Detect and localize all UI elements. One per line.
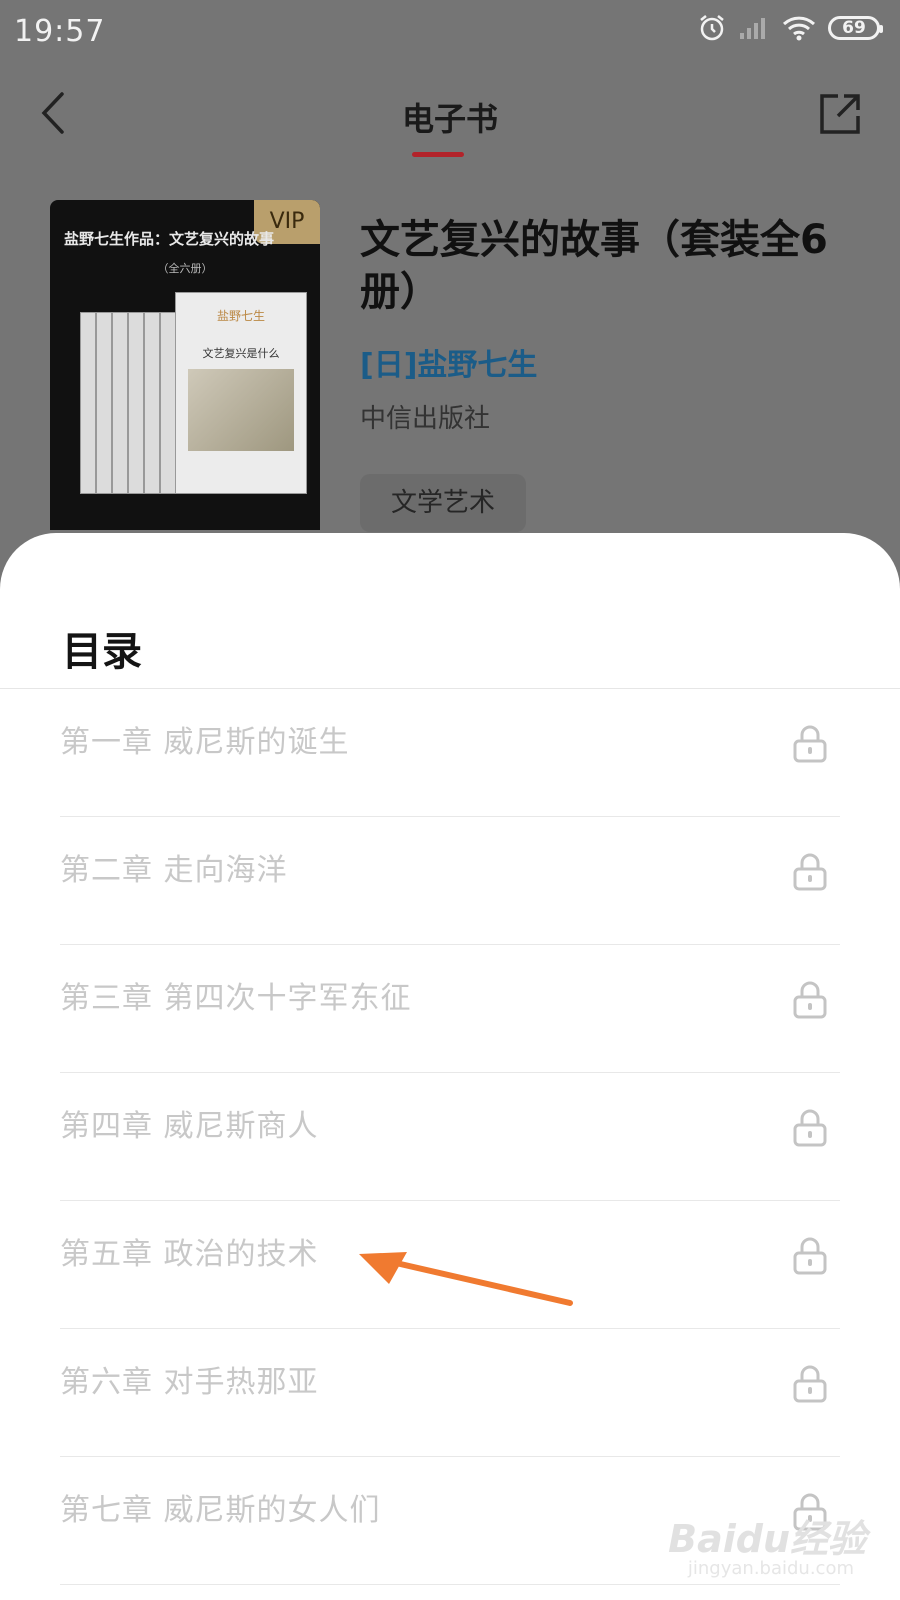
front-book-title: 文艺复兴是什么 — [202, 347, 280, 360]
chapter-title: 第二章 走向海洋 — [60, 853, 288, 888]
lock-icon — [793, 853, 827, 891]
battery-level: 69 — [842, 18, 866, 38]
box-set-image: 盐野七生 文艺复兴是什么 — [80, 292, 307, 502]
watermark-url: jingyan.baidu.com — [687, 1558, 854, 1579]
lock-icon — [793, 1365, 827, 1403]
row-divider — [60, 1584, 840, 1585]
book-author-link[interactable]: [日]盐野七生 — [360, 340, 537, 384]
chapter-item[interactable]: 第三章 第四次十字军东征 — [60, 945, 840, 1073]
book-spine — [80, 312, 96, 494]
cover-title: 盐野七生作品：文艺复兴的故事 — [64, 230, 275, 248]
book-publisher: 中信出版社 — [360, 404, 491, 434]
status-bar: 19:57 69 — [0, 0, 900, 64]
wifi-icon — [782, 16, 816, 41]
chapter-item[interactable]: 第一章 威尼斯的诞生 — [60, 689, 840, 817]
book-spine — [128, 312, 144, 494]
front-book: 盐野七生 文艺复兴是什么 — [175, 292, 307, 494]
top-nav: 电子书 — [0, 64, 900, 164]
book-title: 文艺复兴的故事（套装全6册） — [360, 217, 828, 315]
chapter-title: 第三章 第四次十字军东征 — [60, 981, 412, 1016]
chapter-title: 第七章 威尼斯的女人们 — [60, 1493, 381, 1528]
watermark-logo: Baidu经验 — [668, 1517, 866, 1561]
front-book-author: 盐野七生 — [216, 309, 265, 323]
title-underline — [412, 152, 464, 157]
book-spine — [112, 312, 128, 494]
chapter-item[interactable]: 第六章 对手热那亚 — [60, 1329, 840, 1457]
chapter-title: 第四章 威尼斯商人 — [60, 1109, 319, 1144]
chapter-title: 第五章 政治的技术 — [60, 1237, 319, 1272]
front-book-artwork — [188, 369, 294, 451]
lock-icon — [793, 1109, 827, 1147]
chapter-title: 第六章 对手热那亚 — [60, 1365, 319, 1400]
annotation-arrow-icon — [359, 1252, 573, 1306]
alarm-icon — [700, 15, 724, 41]
signal-icon — [740, 18, 765, 39]
toc-bottom-sheet: 目录 第一章 威尼斯的诞生 第二章 走向海洋 第三章 第四次十字军东征 第四章 … — [0, 533, 900, 1600]
lock-icon — [793, 725, 827, 763]
cover-subtitle: （全六册） — [157, 262, 213, 275]
book-cover[interactable]: VIP 盐野七生作品：文艺复兴的故事 （全六册） 盐野七生 文艺复兴是什么 — [50, 200, 320, 530]
page-title: 电子书 — [401, 100, 498, 138]
lock-icon — [793, 981, 827, 1019]
book-spine — [96, 312, 112, 494]
share-icon[interactable] — [816, 90, 864, 138]
book-spine — [144, 312, 160, 494]
chapter-item[interactable]: 第四章 威尼斯商人 — [60, 1073, 840, 1201]
chapter-item[interactable]: 第二章 走向海洋 — [60, 817, 840, 945]
lock-icon — [793, 1237, 827, 1275]
chapter-title: 第一章 威尼斯的诞生 — [60, 725, 350, 760]
toc-title: 目录 — [62, 629, 142, 675]
status-icons: 69 — [698, 14, 883, 42]
status-time: 19:57 — [14, 14, 106, 49]
book-spine — [160, 312, 176, 494]
battery-indicator: 69 — [828, 16, 883, 40]
category-tag[interactable]: 文学艺术 — [360, 474, 526, 532]
